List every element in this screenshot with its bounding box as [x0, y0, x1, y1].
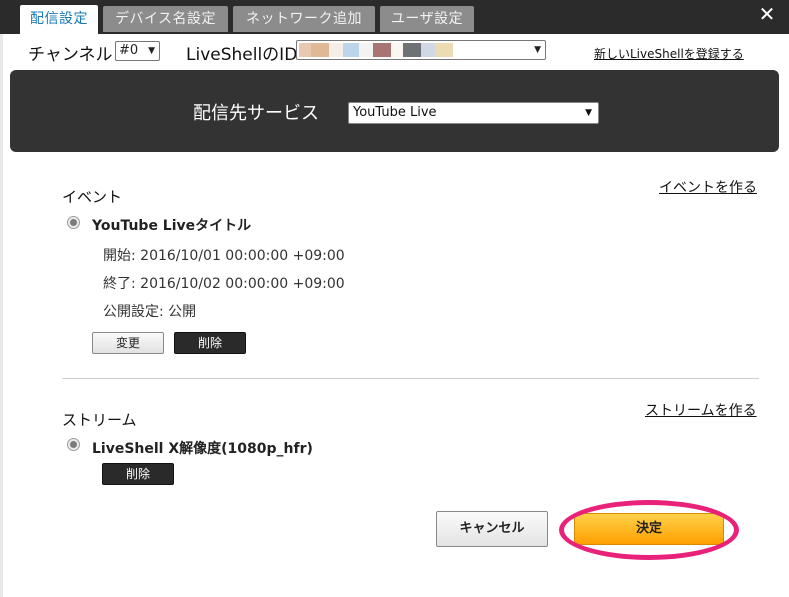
- service-panel: 配信先サービス YouTube Live ▼: [10, 70, 779, 152]
- tab-broadcast-settings[interactable]: 配信設定: [20, 5, 98, 34]
- delete-stream-button[interactable]: 削除: [102, 463, 174, 485]
- id-swatch: [329, 43, 343, 57]
- chevron-down-icon: ▼: [534, 45, 541, 55]
- service-label: 配信先サービス: [193, 103, 319, 124]
- id-swatch: [311, 43, 329, 57]
- id-swatch: [453, 43, 523, 57]
- stream-radio[interactable]: [67, 438, 80, 451]
- id-swatch: [373, 43, 391, 57]
- stream-section-title: ストリーム: [62, 411, 137, 429]
- delete-event-button[interactable]: 削除: [174, 332, 246, 354]
- event-radio[interactable]: [67, 216, 80, 229]
- service-select-value: YouTube Live: [353, 105, 437, 120]
- create-stream-link[interactable]: ストリームを作る: [645, 400, 757, 420]
- chevron-down-icon: ▼: [148, 46, 155, 56]
- close-icon[interactable]: ✕: [757, 4, 777, 24]
- channel-select-value: #0: [119, 43, 139, 58]
- create-event-link[interactable]: イベントを作る: [659, 177, 757, 197]
- id-swatch: [359, 43, 373, 57]
- section-divider: [62, 378, 759, 379]
- event-end-time: 終了: 2016/10/02 00:00:00 +09:00: [103, 276, 345, 292]
- change-event-button[interactable]: 変更: [92, 332, 164, 354]
- id-swatch: [403, 43, 421, 57]
- event-start-time: 開始: 2016/10/01 00:00:00 +09:00: [103, 248, 345, 264]
- channel-select[interactable]: #0 ▼: [115, 41, 160, 61]
- event-section-title: イベント: [62, 188, 123, 206]
- ok-button[interactable]: 決定: [574, 513, 724, 545]
- stream-title: LiveShell X解像度(1080p_hfr): [92, 441, 313, 457]
- id-swatch: [343, 43, 359, 57]
- id-swatch: [391, 43, 403, 57]
- tab-device-name-settings[interactable]: デバイス名設定: [103, 6, 228, 32]
- service-select[interactable]: YouTube Live ▼: [348, 102, 599, 124]
- tab-add-network[interactable]: ネットワーク追加: [233, 6, 375, 32]
- liveshell-id-select[interactable]: ▼: [296, 40, 546, 60]
- channel-label: チャンネル: [28, 45, 113, 65]
- id-swatch: [421, 43, 435, 57]
- window-left-edge: [0, 34, 3, 597]
- tab-user-settings[interactable]: ユーザ設定: [380, 6, 474, 32]
- tab-bar: 配信設定 デバイス名設定 ネットワーク追加 ユーザ設定 ✕: [0, 0, 789, 34]
- id-swatch: [299, 43, 311, 57]
- event-visibility: 公開設定: 公開: [103, 304, 197, 320]
- liveshell-id-label: LiveShellのID: [186, 45, 298, 65]
- cancel-button[interactable]: キャンセル: [436, 511, 548, 547]
- chevron-down-icon: ▼: [585, 108, 592, 118]
- id-swatch: [435, 43, 453, 57]
- register-liveshell-link[interactable]: 新しいLiveShellを登録する: [594, 45, 744, 62]
- event-title: YouTube Liveタイトル: [92, 218, 252, 234]
